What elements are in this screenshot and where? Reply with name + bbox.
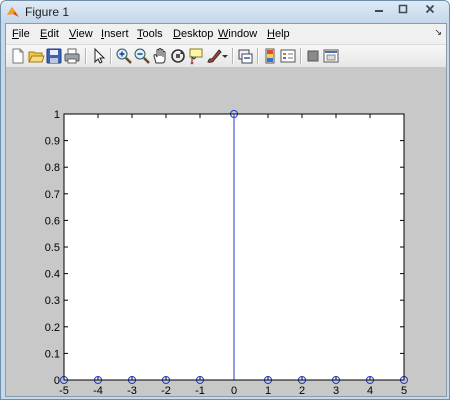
insert-legend-icon[interactable]: [279, 47, 297, 65]
y-tick-label: 0.3: [45, 295, 60, 307]
x-tick-label: 0: [231, 385, 237, 396]
toolbar-separator: [300, 48, 302, 64]
close-icon: [425, 4, 435, 14]
menu-desktop-mnemonic: D: [173, 28, 181, 40]
menu-help-mnemonic: H: [267, 28, 275, 40]
menu-bar: File Edit View Insert Tools Desktop Wind…: [6, 24, 446, 45]
save-icon[interactable]: [45, 47, 63, 65]
minimize-icon: [375, 10, 383, 12]
menu-view[interactable]: View: [69, 28, 93, 40]
open-file-icon[interactable]: [27, 47, 45, 65]
rotate-3d-icon[interactable]: [169, 47, 187, 65]
y-tick-label: 0.7: [45, 189, 60, 201]
y-tick-label: 1: [54, 109, 60, 121]
zoom-in-icon[interactable]: [115, 47, 133, 65]
menu-desktop[interactable]: Desktop: [173, 28, 213, 40]
y-tick-label: 0.4: [45, 269, 60, 281]
toolbar-separator: [232, 48, 234, 64]
data-cursor-icon[interactable]: [187, 47, 205, 65]
figure-window: Figure 1 File Edit View Insert Tools Des…: [0, 0, 450, 400]
x-tick-label: 2: [299, 385, 305, 396]
y-tick-label: 0.6: [45, 215, 60, 227]
menu-file-mnemonic: F: [12, 28, 19, 40]
menu-file[interactable]: File: [12, 28, 30, 40]
edit-plot-pointer-icon[interactable]: [90, 47, 108, 65]
pan-hand-icon[interactable]: [151, 47, 169, 65]
x-tick-label: -2: [161, 385, 171, 396]
y-tick-label: 0.8: [45, 162, 60, 174]
minimize-button[interactable]: [367, 3, 391, 19]
maximize-icon: [398, 4, 408, 14]
menu-help-label: elp: [274, 28, 290, 40]
menu-tools[interactable]: Tools: [137, 28, 163, 40]
toolbar-separator: [257, 48, 259, 64]
menu-window[interactable]: Window: [218, 28, 257, 40]
menu-desktop-label: esktop: [180, 28, 214, 40]
stem-plot[interactable]: -5 -4 -3 -2 -1 0 1 2 3 4 5 0 0.1 0.2 0.3 0.4 0.5 0.6 0.7 0.…: [6, 68, 446, 397]
x-tick-label: 4: [367, 385, 373, 396]
menu-insert[interactable]: Insert: [101, 28, 129, 40]
y-tick-label: 0.2: [45, 322, 60, 334]
toolbar-separator: [85, 48, 87, 64]
menu-view-label: iew: [76, 28, 93, 40]
y-tick-label: 0.1: [45, 348, 60, 360]
title-bar[interactable]: Figure 1: [1, 1, 449, 23]
new-figure-icon[interactable]: [9, 47, 27, 65]
menu-edit[interactable]: Edit: [40, 28, 59, 40]
x-tick-label: -5: [59, 385, 69, 396]
menu-window-label: indow: [228, 28, 258, 40]
hide-plot-tools-icon[interactable]: [304, 47, 322, 65]
print-icon[interactable]: [63, 47, 81, 65]
menu-file-label: ile: [18, 28, 30, 40]
maximize-button[interactable]: [391, 3, 415, 19]
x-tick-label: -1: [195, 385, 205, 396]
toolbar-separator: [110, 48, 112, 64]
menu-edit-label: dit: [47, 28, 59, 40]
figure-toolbar: [6, 45, 446, 68]
y-tick-label: 0.9: [45, 136, 60, 148]
figure-canvas-area: -5 -4 -3 -2 -1 0 1 2 3 4 5 0 0.1 0.2 0.3 0.4 0.5 0.6 0.7 0.…: [6, 68, 446, 397]
x-tick-label: 3: [333, 385, 339, 396]
menu-insert-label: nsert: [104, 28, 129, 40]
menu-help[interactable]: Help: [267, 28, 290, 40]
insert-colorbar-icon[interactable]: [261, 47, 279, 65]
matlab-logo-icon: [7, 7, 19, 17]
zoom-out-icon[interactable]: [133, 47, 151, 65]
x-tick-label: 5: [401, 385, 407, 396]
menu-tools-label: ools: [142, 28, 163, 40]
y-tick-label: 0.5: [45, 242, 60, 254]
x-tick-label: 1: [265, 385, 271, 396]
link-plot-icon[interactable]: [236, 47, 254, 65]
show-plot-tools-icon[interactable]: [322, 47, 340, 65]
dock-arrow-icon[interactable]: ↘: [434, 27, 442, 38]
x-tick-label: -3: [127, 385, 137, 396]
window-title: Figure 1: [25, 5, 70, 19]
menu-window-mnemonic: W: [218, 28, 229, 40]
brush-dropdown-icon[interactable]: [221, 47, 229, 65]
x-tick-label: -4: [93, 385, 103, 396]
y-tick-label: 0: [54, 375, 60, 387]
close-button[interactable]: [415, 3, 445, 19]
figure-client-area: File Edit View Insert Tools Desktop Wind…: [5, 23, 447, 397]
